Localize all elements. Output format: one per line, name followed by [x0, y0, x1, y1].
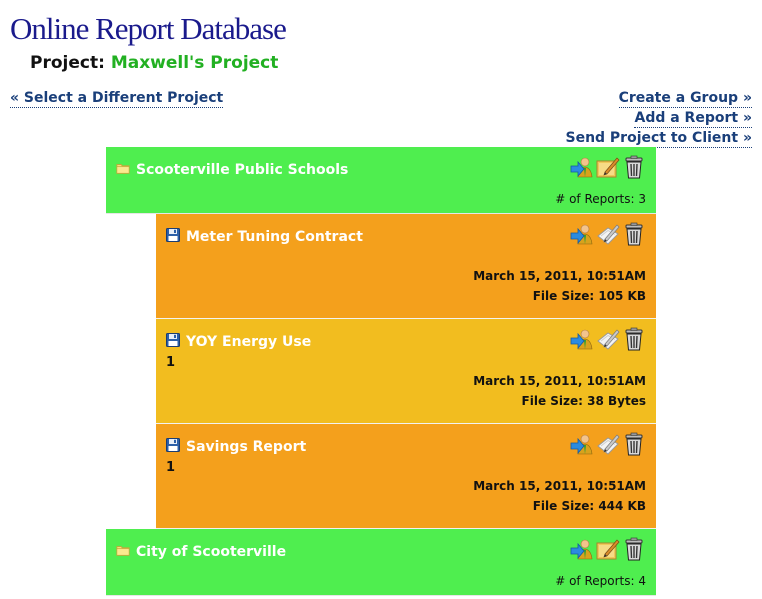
- move-person-arrow-icon[interactable]: [570, 222, 594, 246]
- report-description: 1: [166, 460, 176, 475]
- edit-pencil-paper-icon[interactable]: [596, 222, 620, 246]
- report-name[interactable]: YOY Energy Use: [186, 333, 311, 351]
- report-row-meter-tuning-contract: Meter Tuning Contract March 15, 2011, 10…: [156, 214, 656, 319]
- reports-count: # of Reports: 3: [555, 192, 646, 206]
- file-size-label: File Size:: [521, 394, 583, 408]
- group-actions: [570, 155, 646, 179]
- move-person-arrow-icon[interactable]: [570, 432, 594, 456]
- file-size-label: File Size:: [532, 289, 595, 303]
- file-size-value: 444 KB: [598, 499, 646, 513]
- report-description: 1: [166, 355, 176, 370]
- report-name[interactable]: Meter Tuning Contract: [186, 228, 363, 246]
- select-different-project-link[interactable]: « Select a Different Project: [10, 90, 224, 108]
- create-group-link[interactable]: Create a Group »: [618, 90, 752, 108]
- trash-can-icon[interactable]: [622, 222, 646, 246]
- trash-can-icon[interactable]: [622, 327, 646, 351]
- floppy-disk-icon: [166, 333, 180, 347]
- report-actions: [570, 222, 646, 246]
- report-actions: [570, 327, 646, 351]
- project-name: Maxwell's Project: [110, 53, 279, 73]
- group-row-city-of-scooterville: City of Scooterville # of Reports: 4: [106, 529, 656, 596]
- move-person-arrow-icon[interactable]: [570, 537, 594, 561]
- group-name[interactable]: Scooterville Public Schools: [136, 161, 348, 179]
- report-file-size: File Size: 38 Bytes: [522, 393, 646, 409]
- folder-icon: [116, 543, 130, 557]
- report-name[interactable]: Savings Report: [186, 438, 306, 456]
- floppy-disk-icon: [166, 438, 180, 452]
- add-report-link[interactable]: Add a Report »: [634, 110, 752, 128]
- group-row-scooterville-public-schools: Scooterville Public Schools # of Reports…: [106, 147, 656, 214]
- app-title: Online Report Database: [10, 11, 287, 46]
- report-file-size: File Size: 105 KB: [533, 288, 646, 304]
- move-person-arrow-icon[interactable]: [570, 155, 594, 179]
- edit-pencil-paper-icon[interactable]: [596, 327, 620, 351]
- trash-can-icon[interactable]: [622, 432, 646, 456]
- report-row-savings-report: Savings Report 1 March 15, 2011, 10:51AM…: [156, 424, 656, 529]
- file-size-label: File Size:: [532, 499, 595, 513]
- report-list: Scooterville Public Schools # of Reports…: [106, 147, 656, 596]
- send-project-to-client-link[interactable]: Send Project to Client »: [565, 130, 752, 148]
- group-actions: [570, 537, 646, 561]
- edit-pencil-pad-icon[interactable]: [596, 537, 620, 561]
- edit-pencil-paper-icon[interactable]: [596, 432, 620, 456]
- group-name[interactable]: City of Scooterville: [136, 543, 286, 561]
- project-heading: Project: Maxwell's Project: [30, 52, 278, 74]
- report-row-yoy-energy-use: YOY Energy Use 1 March 15, 2011, 10:51AM…: [156, 319, 656, 424]
- trash-can-icon[interactable]: [622, 155, 646, 179]
- report-file-size: File Size: 444 KB: [533, 498, 646, 514]
- edit-pencil-pad-icon[interactable]: [596, 155, 620, 179]
- report-date: March 15, 2011, 10:51AM: [473, 269, 646, 283]
- file-size-value: 38 Bytes: [587, 394, 646, 408]
- move-person-arrow-icon[interactable]: [570, 327, 594, 351]
- file-size-value: 105 KB: [598, 289, 646, 303]
- folder-icon: [116, 161, 130, 175]
- project-label: Project:: [30, 53, 105, 73]
- reports-count: # of Reports: 4: [555, 574, 646, 588]
- report-actions: [570, 432, 646, 456]
- trash-can-icon[interactable]: [622, 537, 646, 561]
- floppy-disk-icon: [166, 228, 180, 242]
- report-date: March 15, 2011, 10:51AM: [473, 374, 646, 388]
- report-date: March 15, 2011, 10:51AM: [473, 479, 646, 493]
